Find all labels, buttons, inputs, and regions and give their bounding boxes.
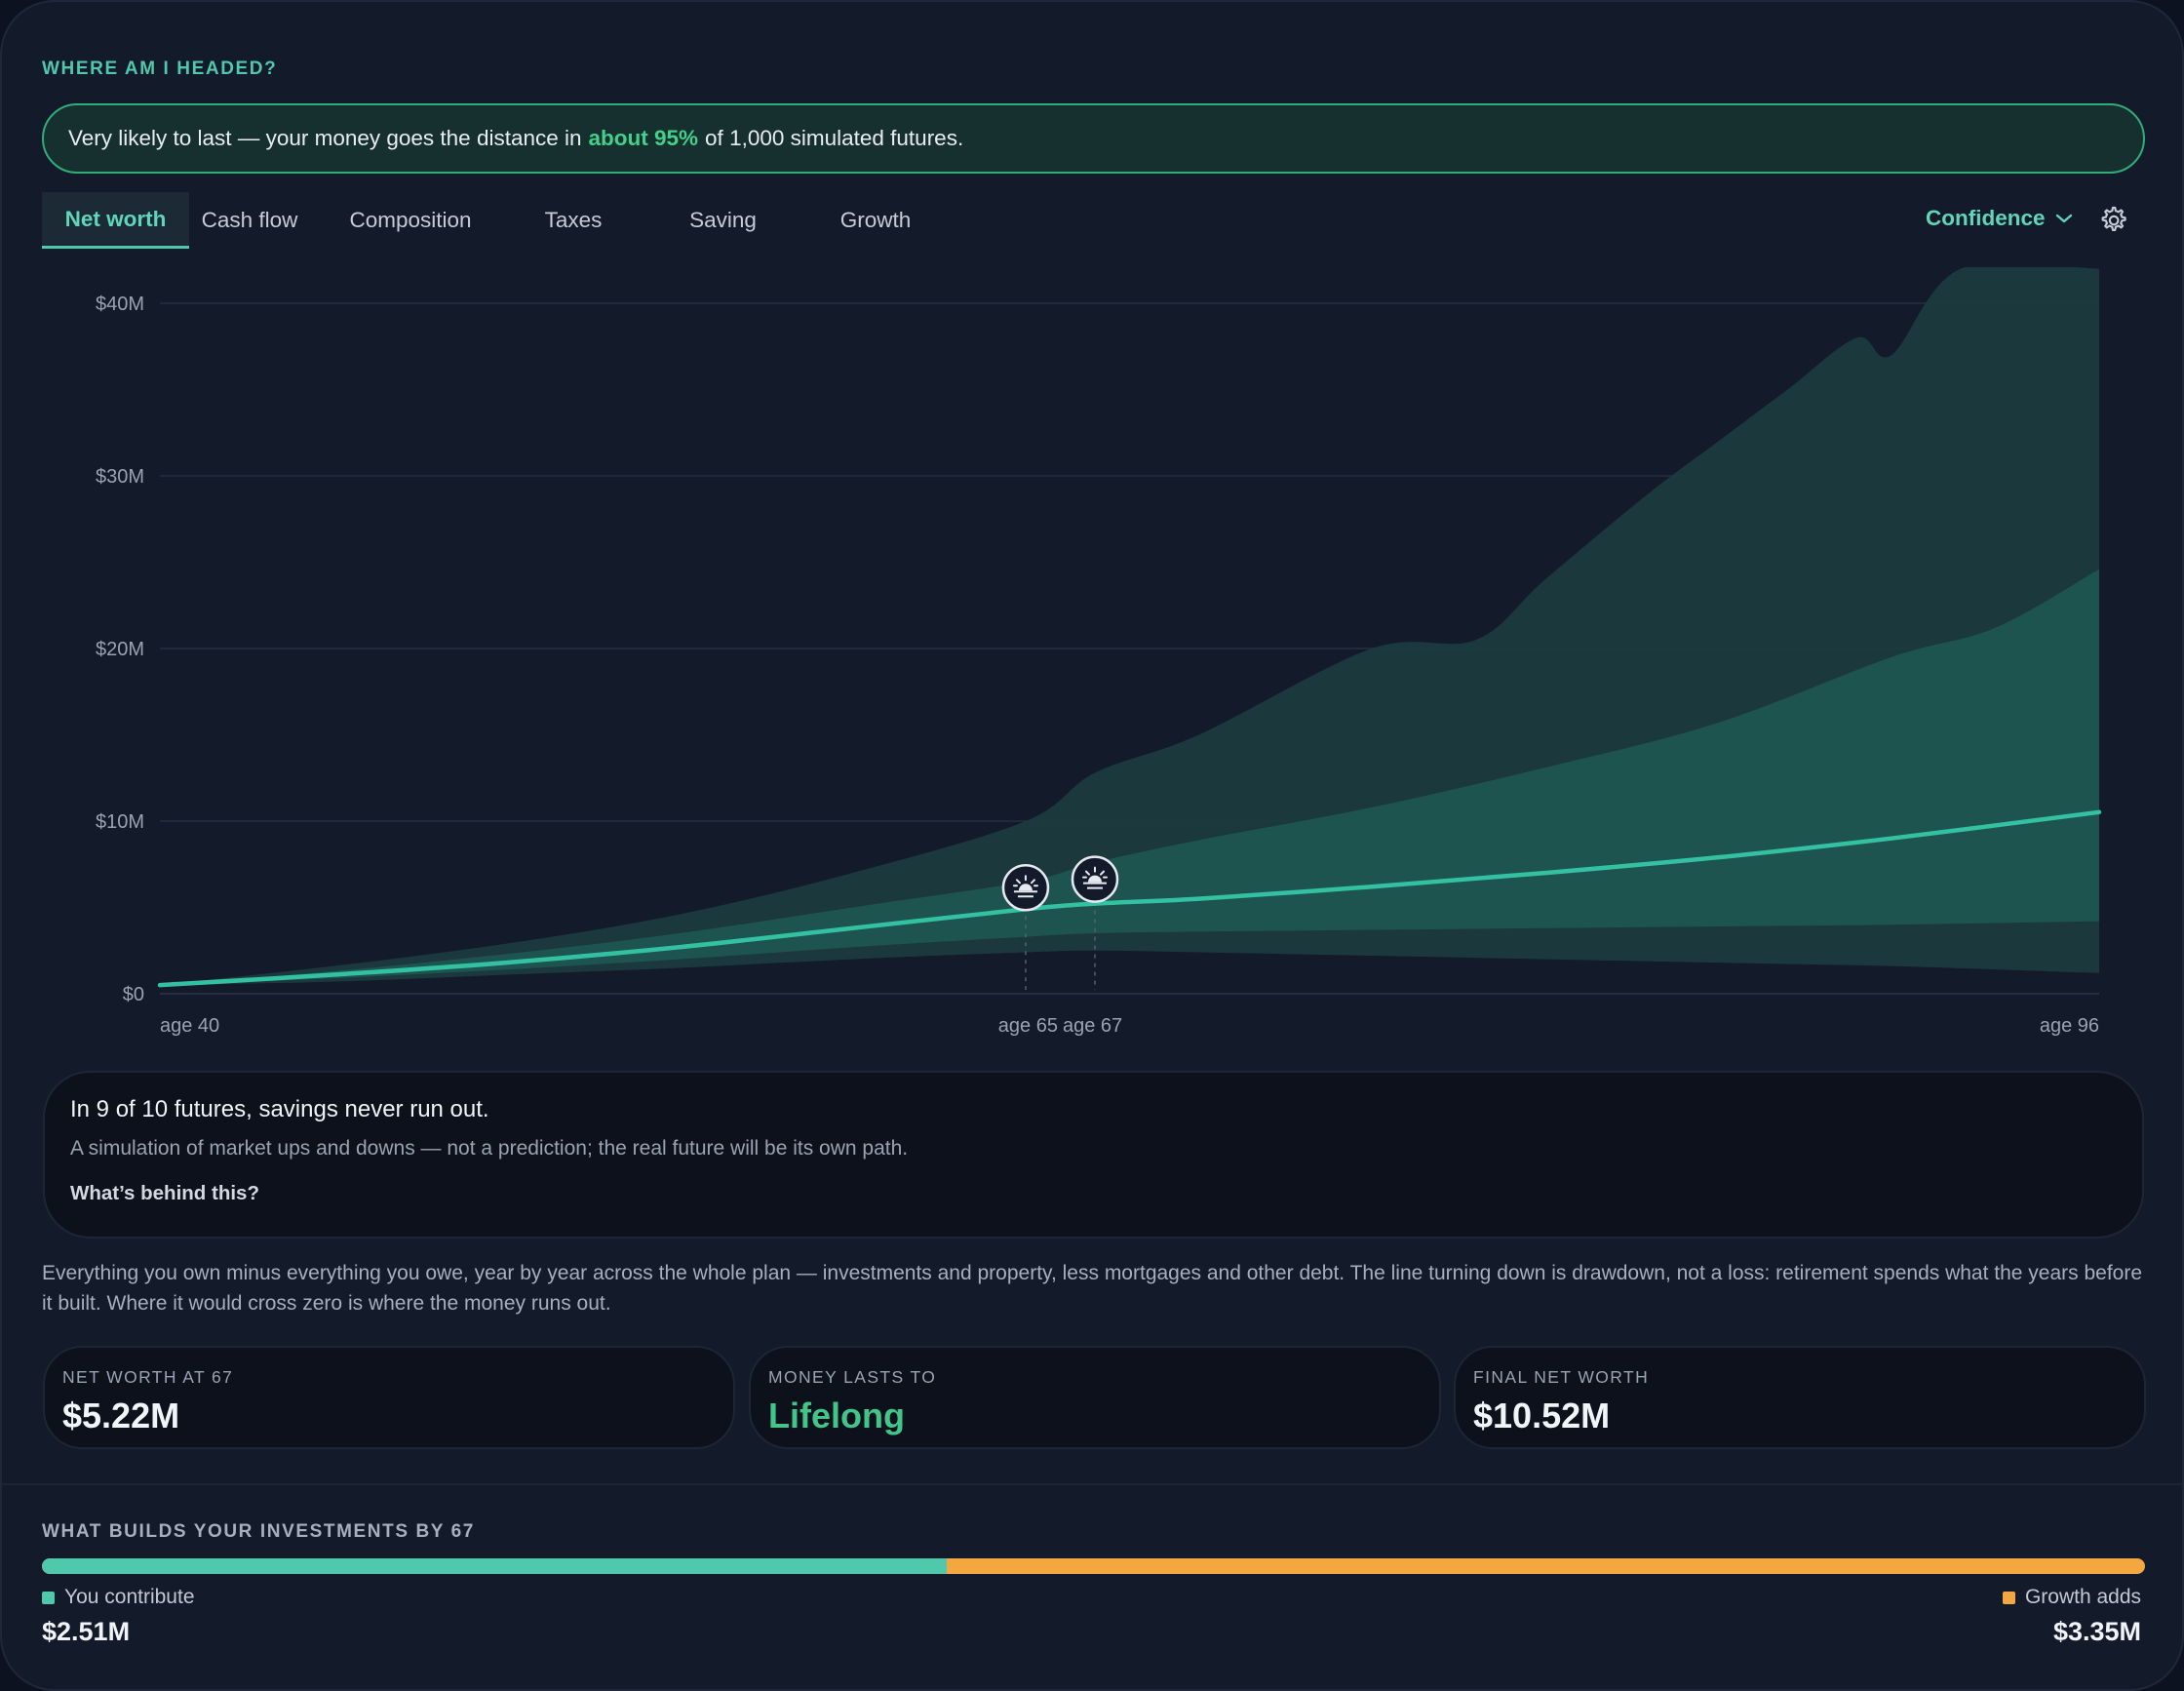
growth-swatch — [2002, 1591, 2015, 1604]
section-title: WHERE AM I HEADED? — [42, 59, 278, 79]
confidence-dropdown[interactable]: Confidence — [1926, 206, 2073, 231]
chart-bands — [160, 267, 2099, 986]
chart-x-labels: age 40 age 65 age 67 age 96 — [160, 1015, 2099, 1037]
build-title: WHAT BUILDS YOUR INVESTMENTS BY 67 — [42, 1521, 475, 1542]
view-tabs: Net worth Cash flow Composition Taxes Sa… — [42, 192, 2148, 249]
tab-saving[interactable]: Saving — [676, 192, 770, 249]
note-title: In 9 of 10 futures, savings never run ou… — [70, 1096, 489, 1122]
x-tick-label: age 40 — [160, 1015, 219, 1037]
banner-highlight: about 95% — [588, 126, 699, 150]
y-tick-label: $40M — [96, 294, 144, 315]
contribute-value: $2.51M — [42, 1617, 131, 1646]
sunset-icon — [1001, 864, 1050, 912]
confidence-label: Confidence — [1926, 206, 2046, 230]
simulation-note: In 9 of 10 futures, savings never run ou… — [43, 1071, 2144, 1239]
contribute-swatch — [42, 1591, 55, 1604]
section-divider — [2, 1483, 2182, 1485]
legend-growth: Growth adds — [2002, 1586, 2141, 1609]
stat-final-net-worth: FINAL NET WORTH $10.52M — [1454, 1346, 2146, 1449]
y-tick-label: $10M — [96, 811, 144, 833]
build-bar — [42, 1558, 2145, 1574]
chart-description: Everything you own minus everything you … — [42, 1262, 2143, 1315]
stat-value: Lifelong — [768, 1396, 905, 1435]
y-tick-label: $20M — [96, 639, 144, 660]
growth-label: Growth adds — [2024, 1586, 2141, 1608]
stat-label: FINAL NET WORTH — [1473, 1367, 1650, 1387]
chevron-down-icon — [2055, 214, 2072, 223]
stat-value: $10.52M — [1473, 1396, 1611, 1435]
stat-label: MONEY LASTS TO — [768, 1367, 937, 1387]
whats-behind-link[interactable]: What’s behind this? — [70, 1182, 259, 1205]
projection-card: WHERE AM I HEADED? Very likely to last —… — [0, 0, 2184, 1691]
banner-text: Very likely to last — your money goes th… — [68, 126, 582, 150]
build-bar-contribute — [42, 1558, 947, 1574]
tab-cash-flow[interactable]: Cash flow — [198, 192, 301, 249]
banner-text-end: of 1,000 simulated futures. — [705, 126, 964, 150]
likelihood-banner: Very likely to last — your money goes th… — [42, 103, 2145, 174]
stat-value: $5.22M — [62, 1396, 180, 1435]
sunset-icon — [1071, 855, 1119, 903]
x-tick-label: age 67 — [1063, 1015, 1122, 1037]
y-tick-label: $30M — [96, 466, 144, 488]
note-subtitle: A simulation of market ups and downs — n… — [70, 1137, 909, 1160]
tab-taxes[interactable]: Taxes — [529, 192, 617, 249]
stat-net-worth-at-67: NET WORTH AT 67 $5.22M — [43, 1346, 735, 1449]
tab-net-worth[interactable]: Net worth — [42, 192, 189, 249]
tab-composition[interactable]: Composition — [334, 192, 487, 249]
stat-money-lasts-to: MONEY LASTS TO Lifelong — [749, 1346, 1441, 1449]
stat-label: NET WORTH AT 67 — [62, 1367, 234, 1387]
x-tick-label: age 96 — [2040, 1015, 2099, 1037]
chart-svg: $40M$30M$20M$10M$0 age 40 age 65 age 67 age… — [96, 267, 2102, 1037]
tab-growth[interactable]: Growth — [827, 192, 924, 249]
x-tick-label: age 65 — [998, 1015, 1058, 1037]
contribute-label: You contribute — [64, 1586, 195, 1608]
net-worth-chart: $40M $30M $20M $10M $0 age 40 age 65 age 67 age… — [2, 251, 2182, 1050]
gear-icon[interactable] — [2096, 204, 2129, 237]
growth-value: $3.35M — [2052, 1617, 2141, 1646]
legend-contribute: You contribute — [42, 1586, 195, 1609]
y-tick-label: $0 — [123, 984, 144, 1005]
